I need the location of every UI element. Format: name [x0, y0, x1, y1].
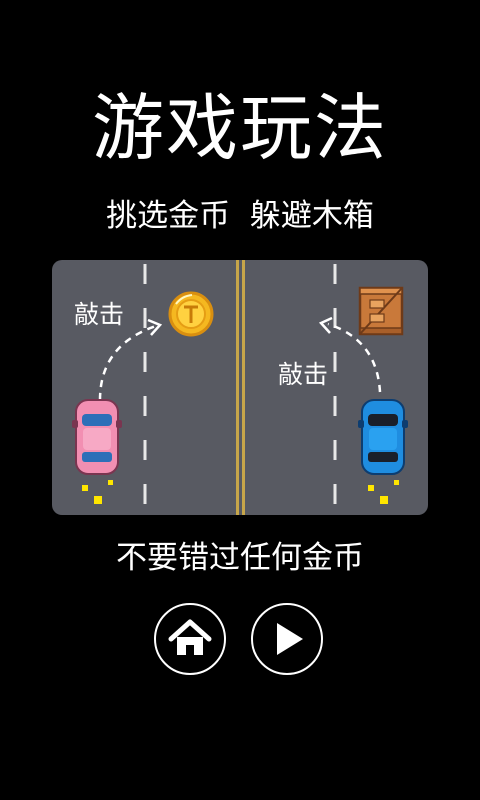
- home-icon: [168, 619, 212, 655]
- pink-car-icon: [72, 399, 122, 475]
- wooden-crate-icon: [358, 286, 404, 336]
- coin-icon: [168, 291, 214, 337]
- hint-text: 不要错过任何金币: [116, 540, 364, 576]
- spark-particles-right: [368, 480, 399, 504]
- tap-label-right: 敲击: [278, 360, 329, 389]
- play-button[interactable]: [251, 603, 323, 675]
- spark-particles-left: [82, 480, 113, 504]
- tutorial-road-illustration: 敲击 敲击: [52, 260, 428, 515]
- tap-label-left: 敲击: [74, 300, 125, 329]
- left-arrow-icon: [98, 318, 163, 401]
- home-button[interactable]: [154, 603, 226, 675]
- page-title: 游戏玩法: [91, 86, 388, 170]
- center-double-line: [236, 260, 245, 515]
- blue-car-icon: [358, 399, 408, 475]
- play-icon: [277, 623, 303, 655]
- page-subtitle: 挑选金币 躲避木箱: [106, 198, 374, 234]
